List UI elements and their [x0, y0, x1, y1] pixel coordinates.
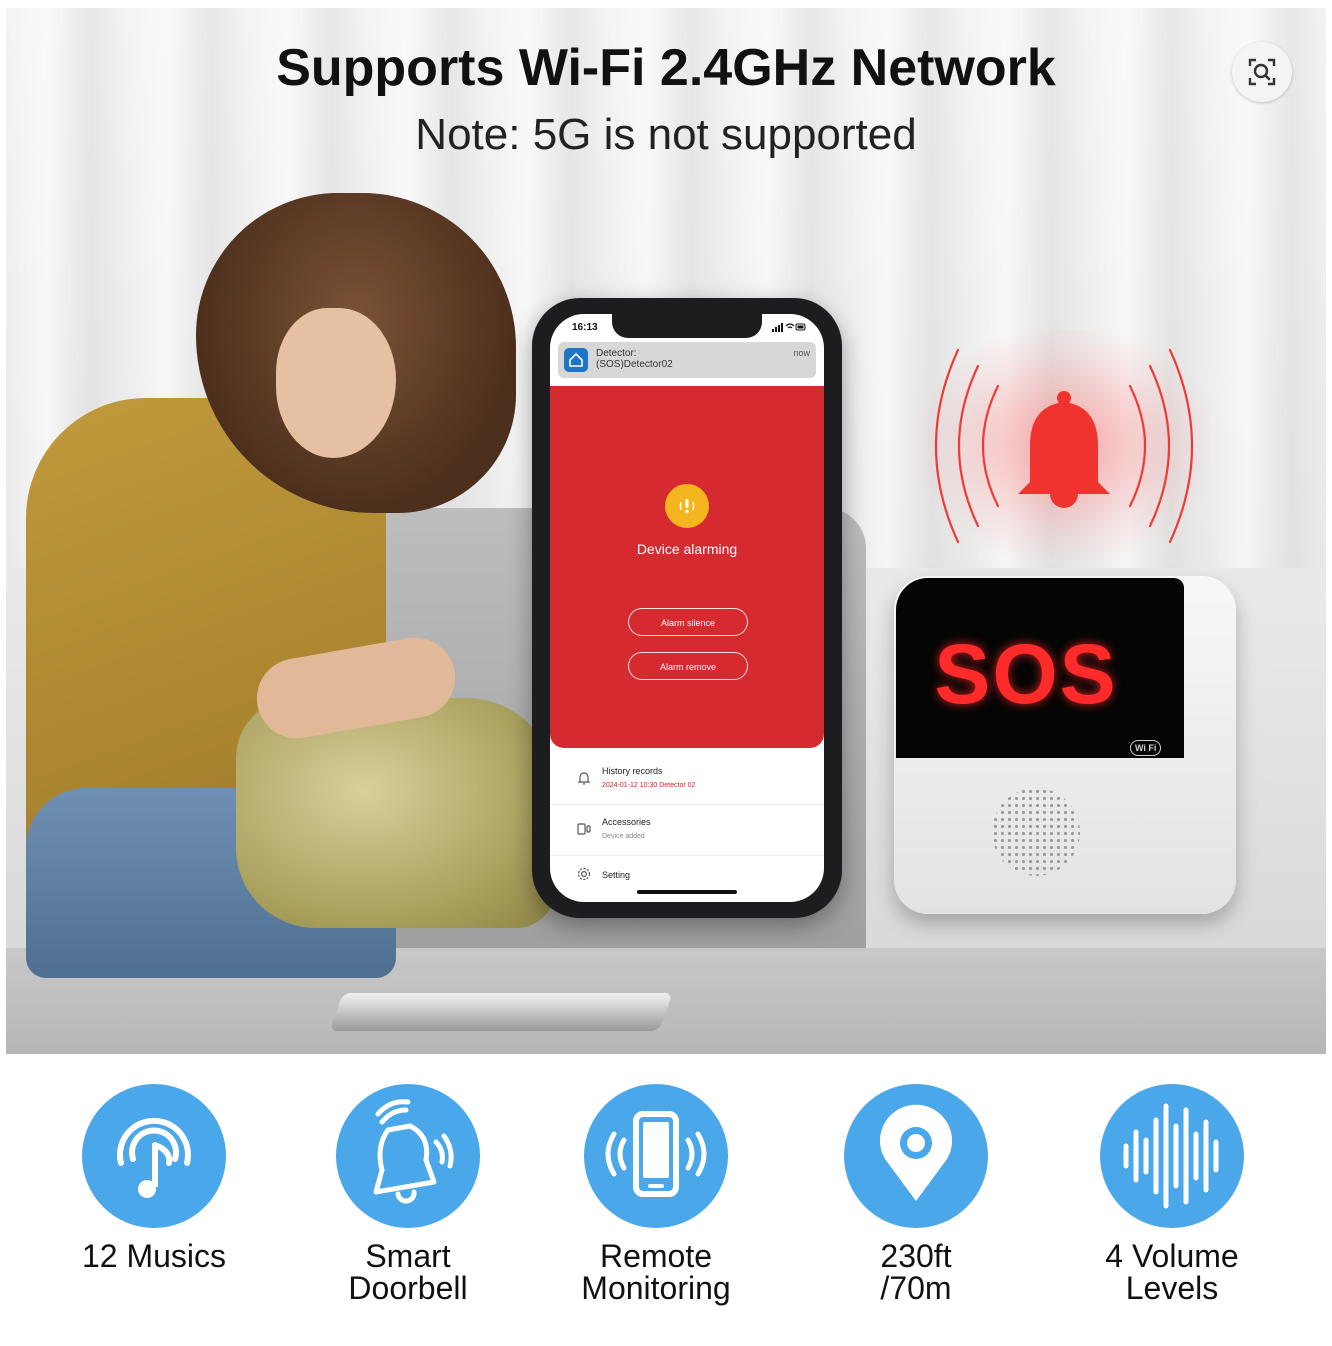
- home-indicator: [637, 890, 737, 894]
- device-display: SOS Wi Fi: [896, 578, 1184, 758]
- feature-label-line2: /70m: [880, 1270, 952, 1306]
- feature-icon-circle: [1100, 1084, 1244, 1228]
- phone-on-floor: [329, 993, 673, 1031]
- feature-remote-monitoring: Remote Monitoring: [536, 1084, 776, 1304]
- feature-doorbell: Smart Doorbell: [288, 1084, 528, 1304]
- feature-icon-circle: [82, 1084, 226, 1228]
- signal-icon: [772, 323, 806, 332]
- row-title: Accessories: [602, 817, 651, 827]
- phone-notch: [612, 314, 762, 338]
- alarm-panel: Device alarming Alarm silence Alarm remo…: [550, 386, 824, 748]
- speaker-grille: [992, 788, 1080, 876]
- status-time: 16:13: [572, 322, 598, 333]
- feature-label: 230ft: [880, 1238, 952, 1274]
- visual-search-button[interactable]: [1232, 42, 1292, 102]
- history-records-row[interactable]: History records 2024-01-12 10:30 Detecto…: [550, 754, 824, 805]
- sound-wave-icon: [1123, 1103, 1219, 1209]
- phone-screen: 16:13 Detector: (SOS)Detector02 now Devi…: [550, 314, 824, 902]
- gear-icon: [577, 867, 591, 881]
- sos-display-text: SOS: [934, 627, 1118, 721]
- smartphone: 16:13 Detector: (SOS)Detector02 now Devi…: [532, 298, 842, 918]
- feature-label: 12 Musics: [81, 1238, 227, 1274]
- alarm-remove-button[interactable]: Alarm remove: [628, 652, 748, 680]
- notification-time: now: [793, 348, 810, 358]
- row-subtitle: 2024-01-12 10:30 Detector 02: [602, 782, 696, 789]
- feature-label: Remote: [599, 1238, 713, 1274]
- alarm-status-text: Device alarming: [636, 541, 738, 557]
- feature-label: Smart: [365, 1238, 451, 1274]
- notification-banner[interactable]: Detector: (SOS)Detector02 now: [558, 342, 816, 378]
- notification-subtitle: (SOS)Detector02: [596, 359, 673, 370]
- wifi-badge: Wi Fi: [1130, 740, 1162, 756]
- accessory-icon: [577, 823, 591, 835]
- feature-icon-circle: [336, 1084, 480, 1228]
- app-icon: [564, 348, 588, 372]
- alarm-bell-icon: [934, 348, 1194, 544]
- sos-receiver-device: SOS Wi Fi: [894, 576, 1236, 914]
- accessories-row[interactable]: Accessories Device added: [550, 805, 824, 856]
- setting-row[interactable]: Setting: [550, 856, 824, 902]
- status-icons: [772, 322, 806, 334]
- row-title: History records: [602, 766, 663, 776]
- home-icon: [569, 352, 583, 367]
- smartphone-icon: [605, 1111, 707, 1197]
- alarm-icon: [665, 484, 709, 528]
- doorbell-icon: [373, 1099, 454, 1204]
- row-subtitle: Device added: [602, 833, 645, 840]
- feature-volume-levels: 4 Volume Levels: [1052, 1084, 1292, 1304]
- subheadline: Note: 5G is not supported: [415, 110, 917, 159]
- visual-search-icon: [1248, 58, 1276, 86]
- alarm-silence-button[interactable]: Alarm silence: [628, 608, 748, 636]
- feature-icon-circle: [844, 1084, 988, 1228]
- music-note-icon: [117, 1117, 191, 1198]
- feature-label-line2: Levels: [1125, 1270, 1219, 1306]
- row-title: Setting: [602, 870, 631, 880]
- bell-icon: [577, 772, 591, 785]
- feature-icon-circle: [584, 1084, 728, 1228]
- feature-range: 230ft /70m: [796, 1084, 1036, 1304]
- feature-label: 4 Volume: [1105, 1238, 1239, 1274]
- feature-label-line2: Doorbell: [348, 1270, 468, 1306]
- feature-musics: 12 Musics: [34, 1084, 274, 1272]
- headline: Supports Wi-Fi 2.4GHz Network: [276, 39, 1056, 97]
- feature-label-line2: Monitoring: [581, 1270, 731, 1306]
- location-pin-icon: [880, 1104, 952, 1201]
